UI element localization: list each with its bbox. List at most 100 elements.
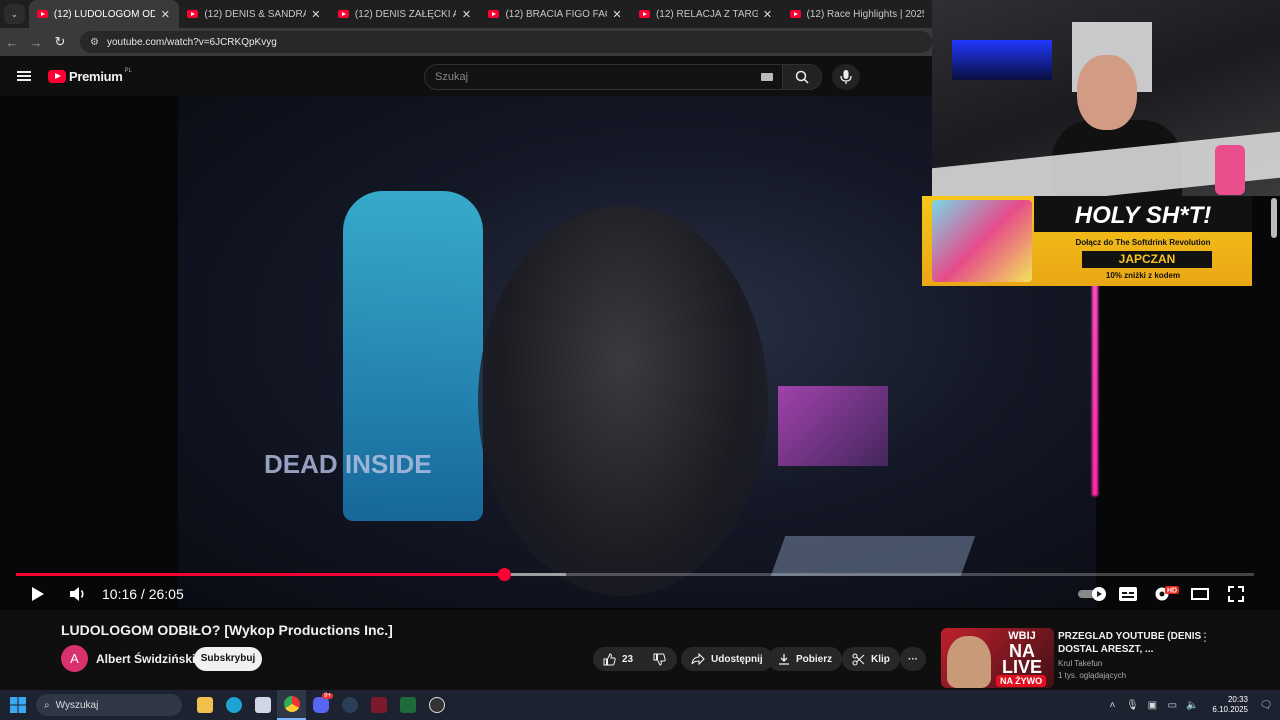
reload-icon[interactable]: ↻ [48, 34, 72, 50]
edge-icon[interactable] [219, 690, 248, 720]
fullscreen-button[interactable] [1218, 580, 1254, 608]
close-tab-icon[interactable]: ✕ [611, 8, 623, 21]
close-tab-icon[interactable]: ✕ [460, 8, 472, 21]
more-actions-button[interactable]: ··· [900, 647, 926, 671]
system-clock[interactable]: 20:33 6.10.2025 [1212, 695, 1248, 715]
keyboard-icon[interactable] [761, 73, 773, 81]
browser-tab-strip: ⌄ (12) LUDOLOGOM ODBIŁO? [W✕ (12) DENIS … [0, 0, 932, 28]
progress-bar[interactable] [16, 568, 1254, 581]
theater-mode-button[interactable] [1182, 580, 1218, 608]
browser-tab[interactable]: (12) DENIS ZAŁĘCKI ARESZTOW✕ [330, 0, 481, 28]
search-button[interactable] [782, 64, 822, 90]
play-icon [32, 587, 44, 601]
video-scene-person [478, 206, 768, 596]
search-input[interactable]: Szukaj [424, 64, 784, 90]
ad-line2: 10% zniżki z kodem [1105, 271, 1181, 280]
like-dislike-group: 23 [593, 647, 677, 671]
browser-tab[interactable]: (12) LUDOLOGOM ODBIŁO? [W✕ [28, 0, 180, 28]
ad-product-image [932, 200, 1032, 282]
recommended-thumbnail[interactable]: WBIJ NA LIVE NA ŻYWO [941, 628, 1054, 688]
steam-icon[interactable] [335, 690, 364, 720]
browser-tab[interactable]: (12) BRACIA FIGO FAGOT - SW✕ [480, 0, 631, 28]
ad-line1: Dołącz do The Softdrink Revolution [1075, 238, 1211, 247]
start-button[interactable] [0, 697, 36, 713]
close-tab-icon[interactable]: ✕ [159, 8, 171, 21]
more-dots-icon: ··· [908, 653, 918, 665]
share-button[interactable]: Udostępnij [681, 647, 773, 671]
url-field[interactable]: ⚙ youtube.com/watch?v=6JCRKQpKvyg [80, 31, 932, 53]
subtitles-icon [1119, 587, 1137, 601]
store-icon[interactable] [248, 690, 277, 720]
network-icon[interactable]: ▭ [1162, 700, 1182, 711]
youtube-header: Premium PL Szukaj [0, 56, 932, 96]
system-tray: ˄ 🎙 ▣ ▭ 🔈 20:33 6.10.2025 🗨 [1102, 690, 1280, 720]
browser-tab[interactable]: (12) RELACJA Z TARGÓW FIWE✕ [631, 0, 782, 28]
search-icon [795, 70, 809, 84]
file-explorer-icon[interactable] [190, 690, 219, 720]
webcam-drink-can [1215, 145, 1245, 195]
youtube-play-logo-icon [48, 69, 66, 83]
site-info-icon[interactable]: ⚙ [90, 37, 99, 48]
tray-chevron-icon[interactable]: ˄ [1102, 700, 1122, 711]
notifications-icon[interactable]: 🗨 [1256, 700, 1276, 711]
recommended-video[interactable]: WBIJ NA LIVE NA ŻYWO PRZEGLAD YOUTUBE (D… [941, 628, 1261, 688]
recommended-viewers: 1 tys. oglądających [1058, 671, 1127, 680]
subscribe-button[interactable]: Subskrybuj [194, 647, 262, 671]
scissors-icon [852, 652, 865, 666]
youtube-logo[interactable]: Premium PL [48, 68, 132, 84]
discord-icon[interactable]: 9+ [306, 690, 335, 720]
browser-tab[interactable]: (12) DENIS & SANDRA - ludzie✕ [179, 0, 330, 28]
played-bar [16, 573, 504, 576]
ad-promo-code: JAPCZAN [1082, 251, 1212, 268]
xbox-app-icon[interactable] [393, 690, 422, 720]
subtitles-button[interactable] [1110, 580, 1146, 608]
search-icon: ⌕ [44, 699, 50, 711]
tab-search-dropdown[interactable]: ⌄ [4, 4, 25, 24]
autoplay-toggle[interactable] [1076, 580, 1110, 608]
menu-icon[interactable] [0, 75, 48, 77]
volume-button[interactable] [58, 580, 98, 608]
recommended-channel[interactable]: Krul Takefun [1058, 659, 1102, 668]
voice-search-button[interactable] [832, 64, 860, 90]
channel-name[interactable]: Albert Świdziński [96, 652, 195, 666]
volume-icon [70, 587, 84, 601]
game-app-icon[interactable] [364, 690, 393, 720]
chrome-icon[interactable] [277, 690, 306, 720]
channel-avatar[interactable]: A [61, 645, 88, 672]
like-button[interactable] [603, 652, 616, 666]
download-button[interactable]: Pobierz [768, 647, 843, 671]
page-scrollbar[interactable] [1271, 198, 1277, 238]
windows-taskbar: ⌕ Wyszukaj 9+ ˄ 🎙 ▣ ▭ 🔈 20:33 6.10.2025 … [0, 690, 1280, 720]
taskbar-search[interactable]: ⌕ Wyszukaj [36, 694, 182, 716]
play-button[interactable] [18, 580, 58, 608]
back-arrow-icon[interactable]: ← [0, 35, 24, 50]
forward-arrow-icon[interactable]: → [24, 35, 48, 50]
video-scene-sign: DEAD INSIDE [264, 449, 432, 479]
microphone-icon [840, 70, 852, 84]
url-text: youtube.com/watch?v=6JCRKQpKvyg [106, 36, 277, 48]
speaker-icon[interactable]: 🔈 [1182, 700, 1202, 711]
obs-icon[interactable] [422, 690, 451, 720]
thumbs-up-icon [603, 652, 616, 665]
recommended-title[interactable]: PRZEGLAD YOUTUBE (DENIS DOSTAL ARESZT, .… [1058, 630, 1208, 656]
more-vertical-icon[interactable]: ⋮ [1199, 630, 1211, 644]
tray-microphone-icon[interactable]: 🎙 [1122, 700, 1142, 711]
close-tab-icon[interactable]: ✕ [310, 8, 322, 21]
settings-button[interactable]: HD [1148, 580, 1184, 608]
youtube-favicon-icon [187, 10, 199, 18]
windows-logo-icon [10, 697, 26, 713]
youtube-favicon-icon [789, 10, 801, 18]
address-bar-row: ← → ↻ ⚙ youtube.com/watch?v=6JCRKQpKvyg [0, 28, 932, 56]
fullscreen-icon [1228, 586, 1244, 602]
download-icon [778, 653, 790, 665]
discord-badge: 9+ [322, 693, 333, 699]
clip-button[interactable]: Klip [842, 647, 900, 671]
dislike-button[interactable] [653, 653, 666, 666]
tray-app-icon[interactable]: ▣ [1142, 700, 1162, 711]
webcam-overlay [932, 0, 1280, 196]
video-scene-pink-box [778, 386, 888, 466]
webcam-streamer-head [1077, 55, 1137, 130]
browser-tab[interactable]: (12) Race Highlights | 2025 [782, 0, 933, 28]
close-tab-icon[interactable]: ✕ [762, 8, 774, 21]
settings-gear-icon: HD [1155, 586, 1179, 601]
